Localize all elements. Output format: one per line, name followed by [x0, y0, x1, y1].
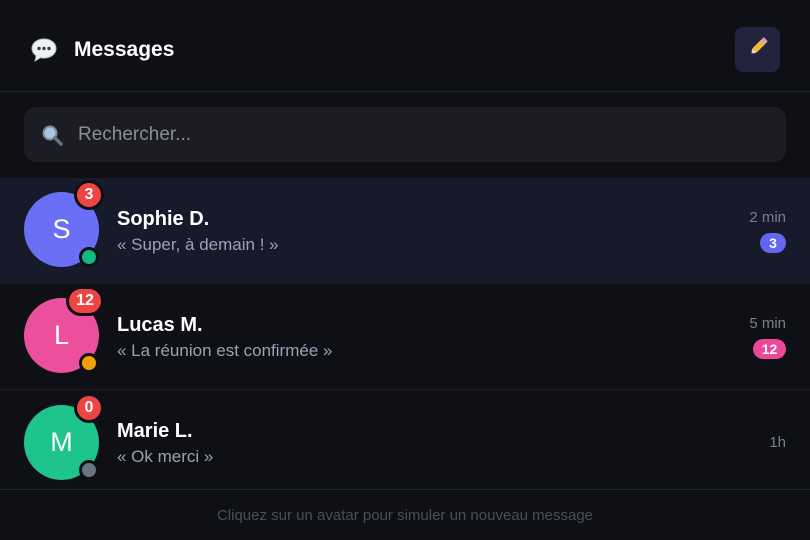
pencil-icon	[746, 35, 770, 64]
avatar[interactable]: L 12	[24, 286, 104, 373]
compose-button[interactable]	[735, 27, 780, 72]
message-preview: « Super, à demain ! »	[117, 235, 279, 254]
magnifier-icon	[41, 124, 63, 146]
unread-count-pill: 12	[753, 339, 786, 359]
unread-count-pill: 3	[760, 233, 786, 253]
status-away-indicator	[79, 353, 99, 373]
new-message-badge: 0	[74, 393, 104, 423]
avatar[interactable]: M 0	[24, 393, 104, 480]
avatar-initial: S	[52, 214, 71, 244]
contact-name: Sophie D.	[117, 208, 210, 230]
avatar-initial: M	[50, 427, 73, 457]
speech-bubble-icon	[30, 36, 58, 64]
search-bar	[24, 107, 786, 162]
timestamp: 2 min	[749, 209, 786, 226]
header: Messages	[0, 0, 810, 92]
search-input[interactable]	[78, 107, 768, 162]
conversation-row-sophie[interactable]: S 3 Sophie D. « Super, à demain ! » 2 mi…	[0, 178, 810, 284]
footer-hint: Cliquez sur un avatar pour simuler un no…	[216, 507, 594, 524]
timestamp: 1h	[769, 434, 786, 451]
conversation-row-marie[interactable]: M 0 Marie L. « Ok merci » 1h	[0, 390, 810, 490]
timestamp: 5 min	[749, 315, 786, 332]
messages-app: Messages Rechercher... S 3 Sophie D. « S…	[0, 0, 810, 540]
conversation-row-lucas[interactable]: L 12 Lucas M. « La réunion est confirmée…	[0, 284, 810, 390]
message-preview: « Ok merci »	[117, 447, 214, 466]
avatar[interactable]: S 3	[24, 180, 104, 267]
new-message-badge: 12	[66, 286, 104, 316]
contact-name: Marie L.	[117, 420, 193, 442]
contact-name: Lucas M.	[117, 314, 203, 336]
message-preview: « La réunion est confirmée »	[117, 341, 333, 360]
page-title: Messages	[74, 38, 175, 61]
new-message-badge: 3	[74, 180, 104, 210]
avatar-initial: L	[53, 320, 70, 350]
status-online-indicator	[79, 247, 99, 267]
status-offline-indicator	[79, 460, 99, 480]
